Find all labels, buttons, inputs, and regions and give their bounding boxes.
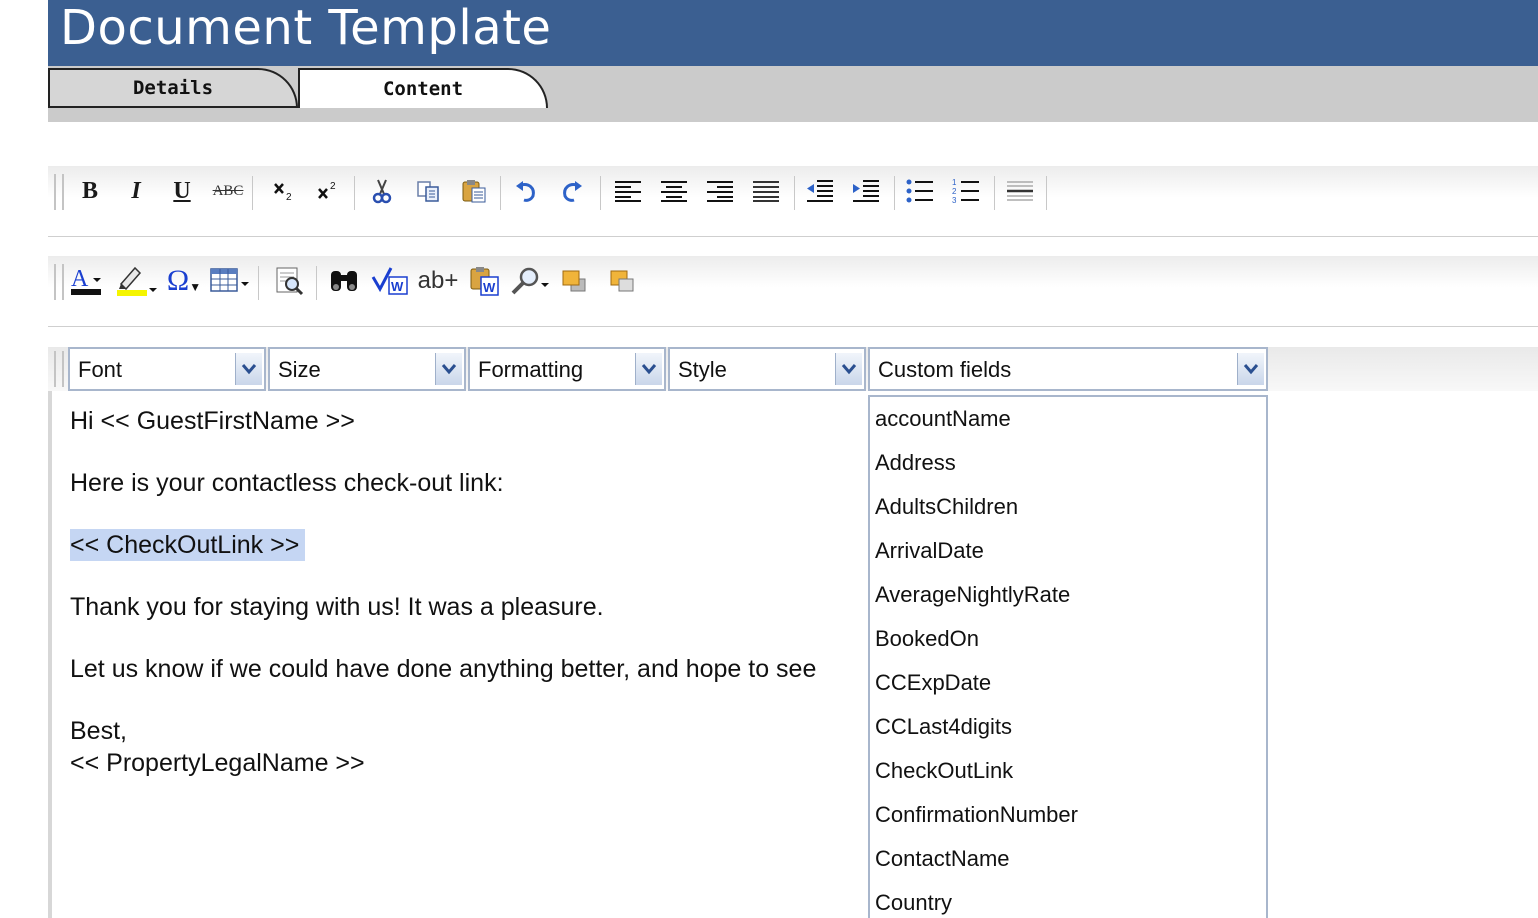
title-bar: Document Template xyxy=(48,0,1538,66)
bold-icon[interactable]: B xyxy=(72,174,108,208)
editor-line-greeting: Hi << GuestFirstName >> xyxy=(70,407,355,435)
toolbar-grip[interactable] xyxy=(54,174,64,210)
special-character-icon[interactable]: Ω ▼ xyxy=(162,264,206,298)
highlight-color-icon[interactable] xyxy=(114,264,160,298)
size-dropdown[interactable]: Size xyxy=(268,347,466,391)
list-item[interactable]: accountName xyxy=(870,397,1266,441)
chevron-down-icon[interactable] xyxy=(835,353,862,385)
editor-line-intro: Here is your contactless check-out link: xyxy=(70,469,504,497)
svg-text:W: W xyxy=(391,279,404,294)
formatting-dropdown[interactable]: Formatting xyxy=(468,347,666,391)
list-item[interactable]: CCExpDate xyxy=(870,661,1266,705)
editor-line-signoff: Best, xyxy=(70,717,127,745)
underline-icon[interactable]: U xyxy=(164,174,200,208)
italic-icon[interactable]: I xyxy=(118,174,154,208)
toolbar-grip[interactable] xyxy=(54,351,64,387)
list-item[interactable]: Address xyxy=(870,441,1266,485)
copy-icon[interactable] xyxy=(410,174,446,208)
style-dropdown-row: Font Size Formatting Style Custom fields xyxy=(48,347,1538,391)
svg-text:2: 2 xyxy=(286,192,292,202)
chevron-down-icon[interactable] xyxy=(1237,353,1264,385)
outdent-icon[interactable] xyxy=(802,174,838,208)
custom-fields-list[interactable]: accountName Address AdultsChildren Arriv… xyxy=(868,395,1268,918)
align-center-icon[interactable] xyxy=(656,174,692,208)
bring-forward-icon[interactable] xyxy=(556,264,592,298)
tab-details[interactable]: Details xyxy=(48,68,298,108)
bullet-list-icon[interactable] xyxy=(902,174,938,208)
editor-area[interactable]: Hi << GuestFirstName >> Here is your con… xyxy=(48,391,868,918)
insert-toolbar: A Ω ▼ W ab+ W xyxy=(48,256,1538,327)
style-dropdown-label: Style xyxy=(678,357,727,382)
formatting-dropdown-label: Formatting xyxy=(478,357,584,382)
superscript-icon[interactable]: 2 xyxy=(310,174,346,208)
list-item[interactable]: BookedOn xyxy=(870,617,1266,661)
subscript-icon[interactable]: 2 xyxy=(266,174,302,208)
editor-line-thanks: Thank you for staying with us! It was a … xyxy=(70,593,604,621)
editor-line-feedback: Let us know if we could have done anythi… xyxy=(70,655,817,683)
numbered-list-icon[interactable]: 123 xyxy=(948,174,984,208)
zoom-icon[interactable] xyxy=(508,264,552,298)
justify-icon[interactable] xyxy=(748,174,784,208)
list-item[interactable]: ContactName xyxy=(870,837,1266,881)
tab-strip: Details Content xyxy=(48,66,1538,122)
list-item[interactable]: AdultsChildren xyxy=(870,485,1266,529)
table-icon[interactable] xyxy=(208,264,254,298)
svg-text:W: W xyxy=(483,280,496,295)
chevron-down-icon[interactable] xyxy=(235,353,262,385)
align-right-icon[interactable] xyxy=(702,174,738,208)
send-backward-icon[interactable] xyxy=(604,264,640,298)
font-color-icon[interactable]: A xyxy=(68,264,110,298)
font-dropdown[interactable]: Font xyxy=(68,347,266,391)
tab-content[interactable]: Content xyxy=(298,68,548,108)
list-item[interactable]: ArrivalDate xyxy=(870,529,1266,573)
chevron-down-icon[interactable] xyxy=(435,353,462,385)
size-dropdown-label: Size xyxy=(278,357,321,382)
spellcheck-icon[interactable]: W xyxy=(370,264,412,298)
chevron-down-icon[interactable] xyxy=(635,353,662,385)
find-icon[interactable] xyxy=(326,264,362,298)
list-item[interactable]: CCLast4digits xyxy=(870,705,1266,749)
horizontal-rule-icon[interactable] xyxy=(1002,174,1038,208)
cut-icon[interactable] xyxy=(364,174,400,208)
toolbar-grip[interactable] xyxy=(54,264,64,300)
style-dropdown[interactable]: Style xyxy=(668,347,866,391)
custom-fields-dropdown[interactable]: Custom fields xyxy=(868,347,1268,391)
custom-fields-dropdown-label: Custom fields xyxy=(878,357,1012,382)
list-item[interactable]: CheckOutLink xyxy=(870,749,1266,793)
svg-text:A: A xyxy=(71,266,89,292)
list-item[interactable]: ConfirmationNumber xyxy=(870,793,1266,837)
preview-icon[interactable] xyxy=(272,264,308,298)
align-left-icon[interactable] xyxy=(610,174,646,208)
redo-icon[interactable] xyxy=(554,174,590,208)
svg-text:2: 2 xyxy=(952,187,957,196)
editor-line-checkout-link: << CheckOutLink >> xyxy=(70,529,306,561)
paste-icon[interactable] xyxy=(456,174,492,208)
svg-text:1: 1 xyxy=(952,178,957,187)
editor-line-property: << PropertyLegalName >> xyxy=(70,749,365,777)
paste-from-word-icon[interactable]: W xyxy=(466,264,502,298)
indent-icon[interactable] xyxy=(848,174,884,208)
list-item[interactable]: AverageNightlyRate xyxy=(870,573,1266,617)
svg-text:3: 3 xyxy=(952,196,957,204)
svg-text:2: 2 xyxy=(330,181,336,192)
list-item[interactable]: Country xyxy=(870,881,1266,918)
font-dropdown-label: Font xyxy=(78,357,123,382)
formatting-toolbar: B I U ABC 2 2 123 xyxy=(48,166,1538,237)
insert-field-icon[interactable]: ab+ xyxy=(414,264,462,298)
strikethrough-icon[interactable]: ABC xyxy=(210,174,246,208)
undo-icon[interactable] xyxy=(508,174,544,208)
page-title: Document Template xyxy=(60,0,552,56)
selected-text: << CheckOutLink >> xyxy=(70,529,306,561)
